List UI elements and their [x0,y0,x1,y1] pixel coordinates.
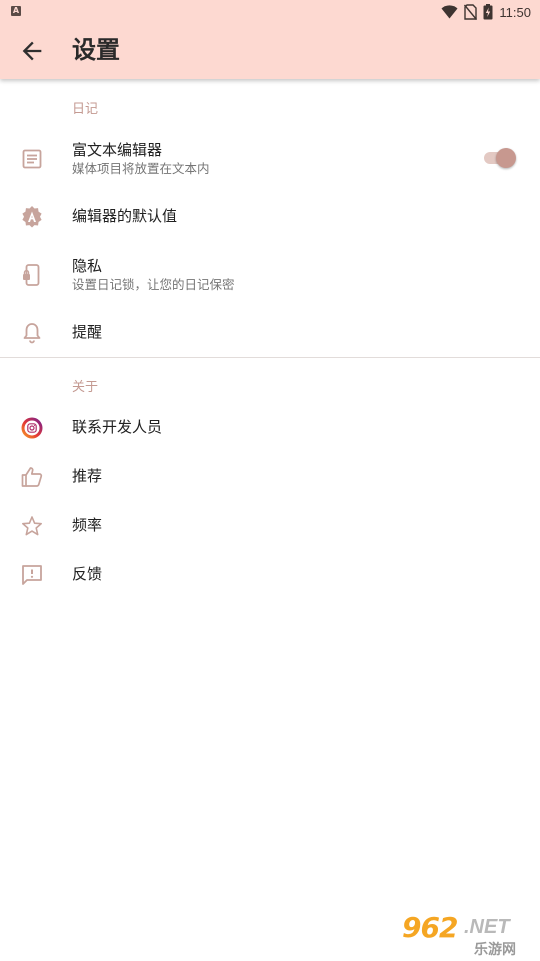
star-outline-icon [22,516,42,536]
setting-feedback[interactable]: 反馈 [0,554,540,596]
setting-recommend[interactable]: 推荐 [0,456,540,498]
phone-lock-icon [23,264,40,286]
watermark-logo: 962 .NET 乐游网 [400,911,536,958]
setting-title: 编辑器的默认值 [72,207,178,225]
setting-subtitle: 媒体项目将放置在文本内 [72,161,210,176]
watermark-number: 962 [402,911,458,944]
section-header-diary: 日记 [72,102,99,117]
instagram-icon [21,417,43,439]
status-icons: 11:50 [441,3,531,21]
section-header-about: 关于 [72,380,99,395]
setting-rich-text-editor[interactable]: 富文本编辑器 媒体项目将放置在文本内 [0,134,540,184]
setting-privacy[interactable]: 隐私 设置日记锁，让您的日记保密 [0,254,540,298]
setting-title: 频率 [72,516,103,534]
setting-title: 推荐 [72,467,103,485]
setting-title: 反馈 [72,565,103,583]
status-bar: A 11:50 [0,0,540,24]
battery-charging-icon [483,4,493,20]
notification-icon: A [11,6,21,16]
thumb-up-icon [21,467,43,487]
article-icon [22,149,42,169]
watermark-suffix: .NET [464,916,510,938]
page-title: 设置 [72,36,120,64]
setting-contact-developer[interactable]: 联系开发人员 [0,407,540,449]
setting-subtitle: 设置日记锁，让您的日记保密 [72,277,235,292]
setting-rate[interactable]: 频率 [0,505,540,547]
toggle-thumb [496,148,516,168]
setting-title: 提醒 [72,323,103,341]
no-sim-icon [464,4,478,20]
setting-title: 富文本编辑器 [72,141,163,159]
back-arrow-icon[interactable] [18,37,46,65]
watermark-text: 乐游网 [474,942,516,958]
section-divider [0,357,540,358]
status-time: 11:50 [499,4,531,20]
bell-icon [23,323,41,344]
setting-title: 联系开发人员 [72,418,163,436]
feedback-icon [22,565,42,585]
setting-reminder[interactable]: 提醒 [0,312,540,354]
wifi-icon [441,5,458,19]
setting-editor-defaults[interactable]: 编辑器的默认值 [0,196,540,238]
rich-text-toggle[interactable] [484,147,516,169]
font-settings-icon [22,205,42,228]
app-bar: A 11:50 设置 [0,0,540,79]
setting-title: 隐私 [72,257,103,275]
